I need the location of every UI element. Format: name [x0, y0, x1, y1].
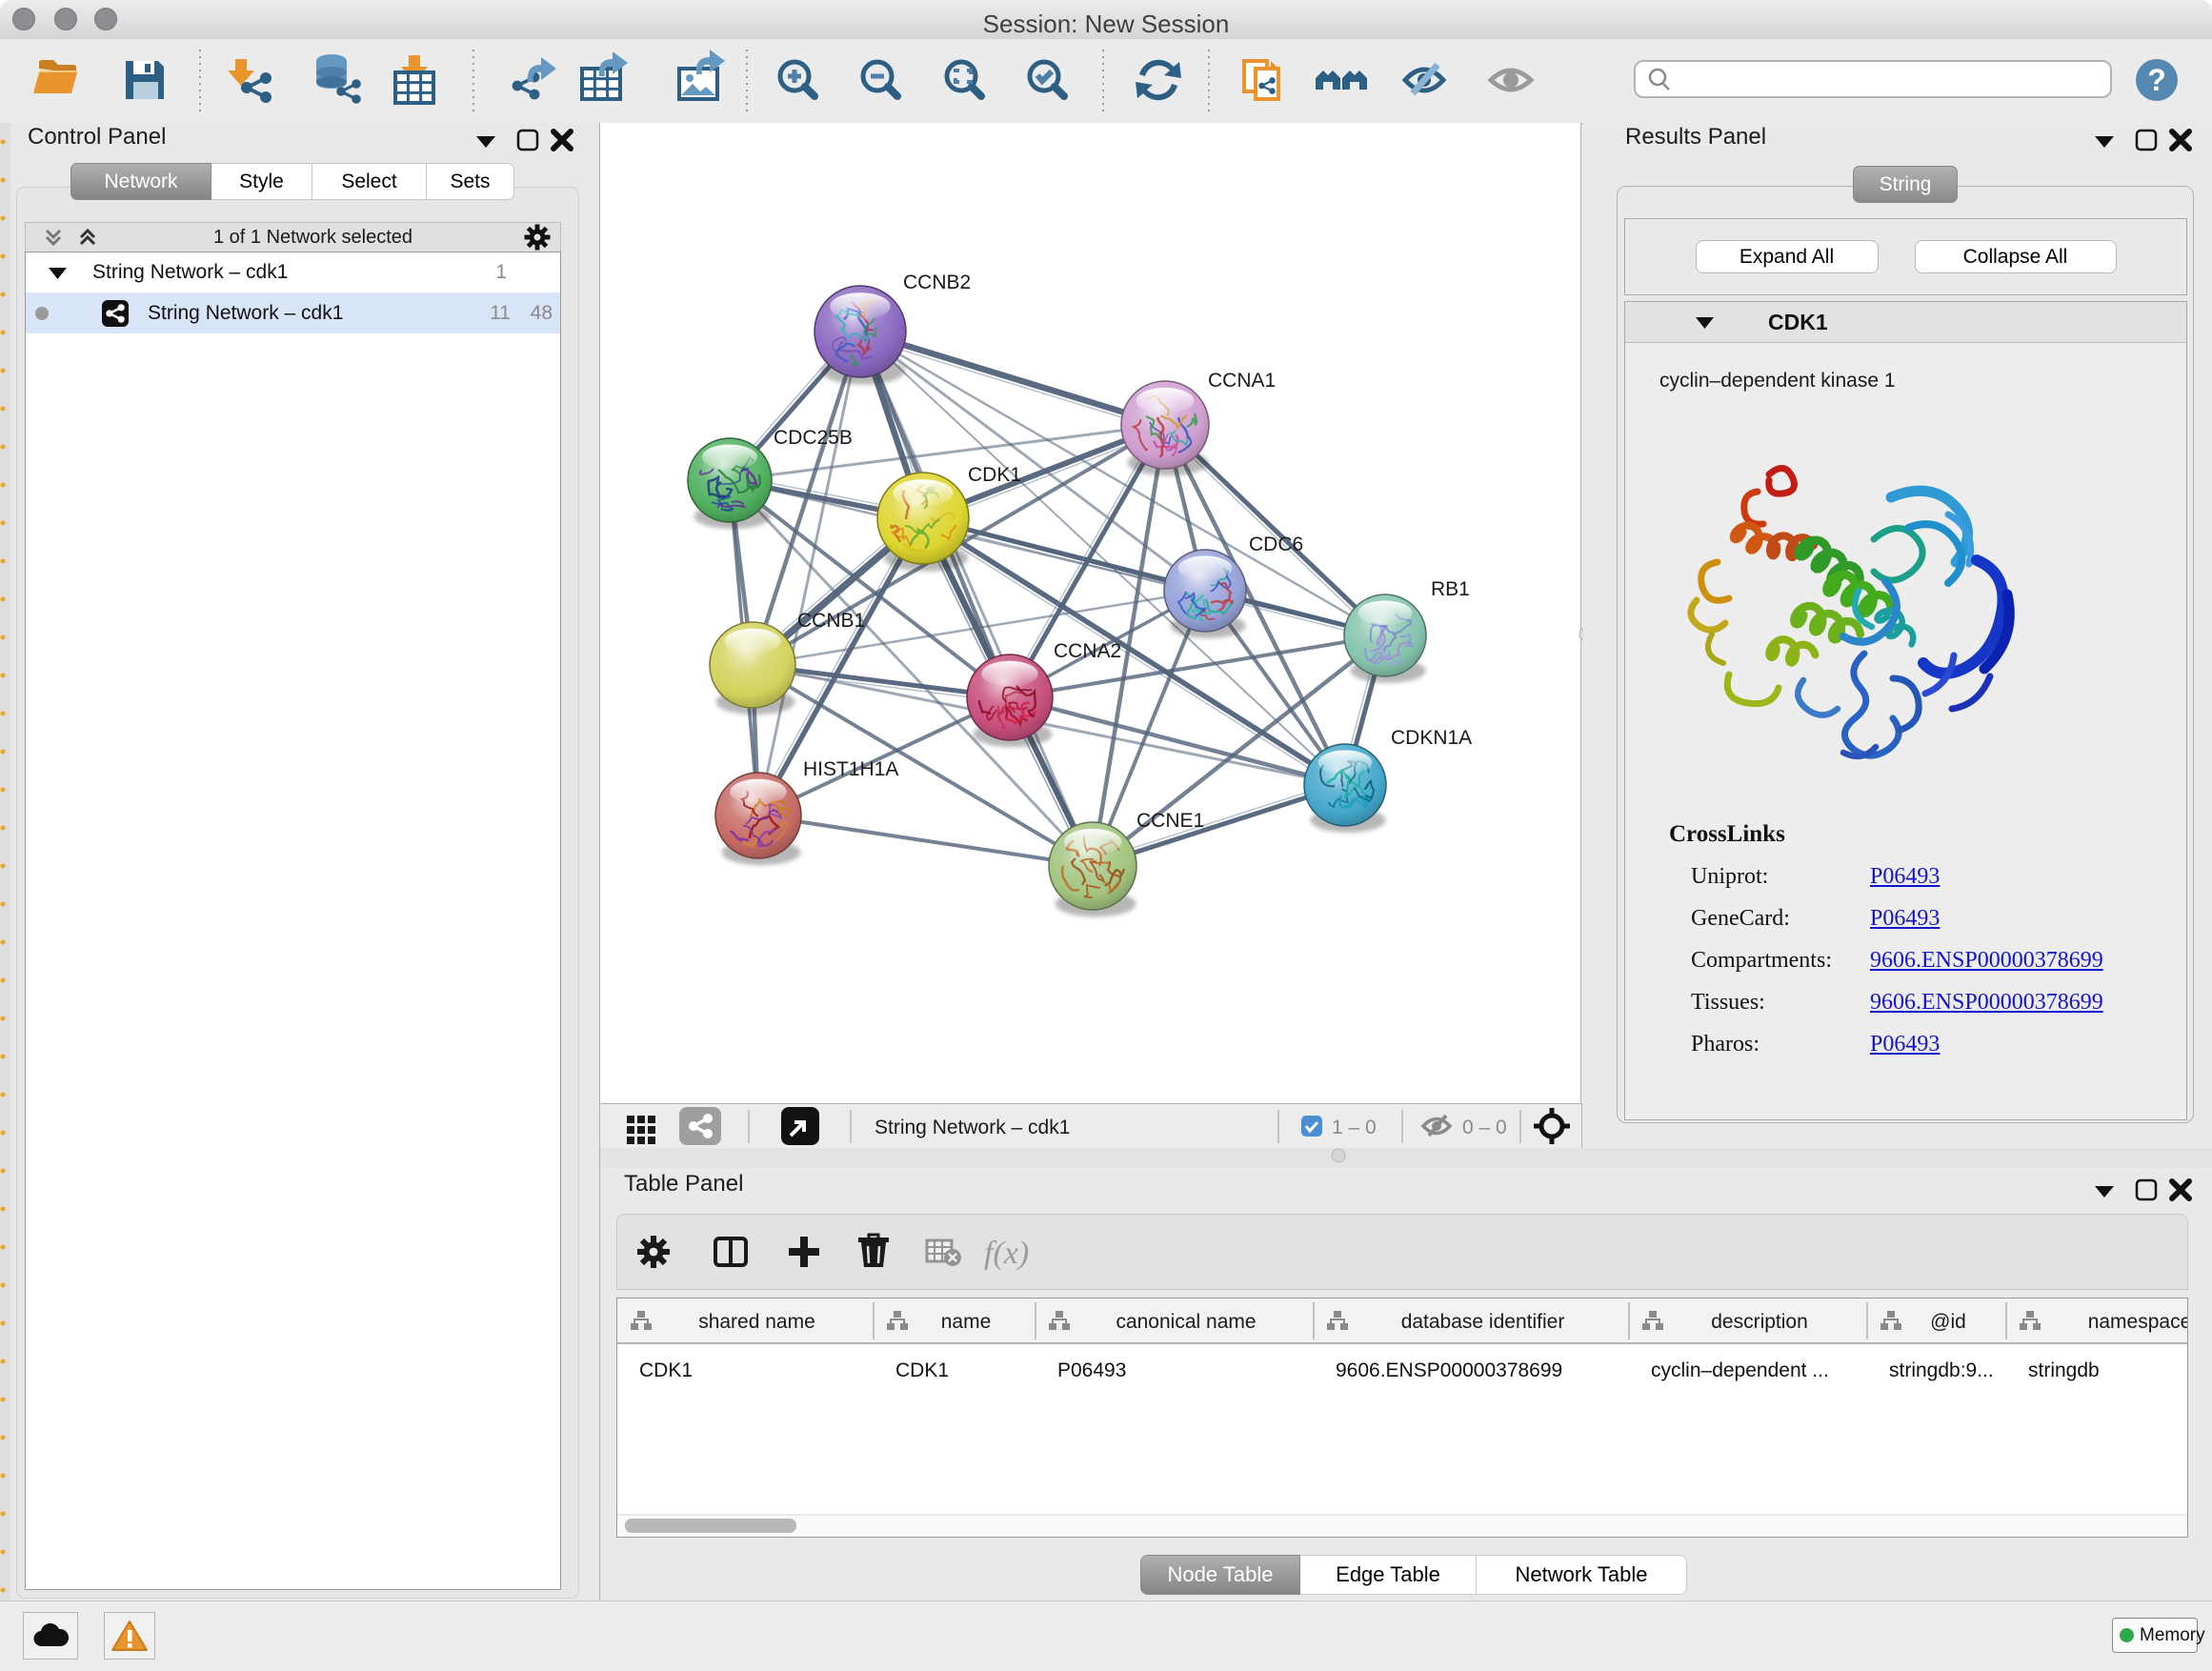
svg-text:name: name [941, 1311, 992, 1333]
svg-text:CCNE1: CCNE1 [1136, 810, 1204, 832]
svg-text:?: ? [2147, 63, 2166, 97]
svg-text:CCNA1: CCNA1 [1208, 370, 1276, 392]
svg-text:namespace: namespace [2088, 1311, 2187, 1333]
svg-text:cyclin–dependent ...: cyclin–dependent ... [1651, 1359, 1829, 1381]
svg-text:f(x): f(x) [984, 1236, 1029, 1271]
svg-text:CDK1: CDK1 [968, 464, 1021, 486]
svg-text:@id: @id [1930, 1311, 1966, 1333]
svg-text:RB1: RB1 [1431, 578, 1470, 600]
svg-text:0 – 0: 0 – 0 [1462, 1117, 1507, 1138]
svg-text:CDK1: CDK1 [639, 1359, 693, 1381]
svg-text:CDC6: CDC6 [1249, 534, 1303, 555]
svg-text:CDKN1A: CDKN1A [1391, 727, 1472, 749]
svg-text:P06493: P06493 [1057, 1359, 1126, 1381]
svg-text:stringdb:9...: stringdb:9... [1889, 1359, 1994, 1381]
svg-text:9606.ENSP00000378699: 9606.ENSP00000378699 [1336, 1359, 1562, 1381]
svg-text:CDK1: CDK1 [895, 1359, 949, 1381]
svg-text:String Network – cdk1: String Network – cdk1 [875, 1117, 1070, 1138]
svg-text:stringdb: stringdb [2028, 1359, 2100, 1381]
svg-text:canonical name: canonical name [1116, 1311, 1256, 1333]
svg-text:shared name: shared name [698, 1311, 815, 1333]
svg-text:database identifier: database identifier [1401, 1311, 1565, 1333]
svg-text:CCNA2: CCNA2 [1054, 640, 1121, 662]
svg-text:HIST1H1A: HIST1H1A [803, 758, 898, 780]
svg-text:CCNB2: CCNB2 [903, 272, 971, 293]
svg-text:CCNB1: CCNB1 [797, 610, 865, 632]
svg-text:CDC25B: CDC25B [774, 427, 853, 449]
svg-text:description: description [1711, 1311, 1808, 1333]
svg-text:1 – 0: 1 – 0 [1332, 1117, 1377, 1138]
